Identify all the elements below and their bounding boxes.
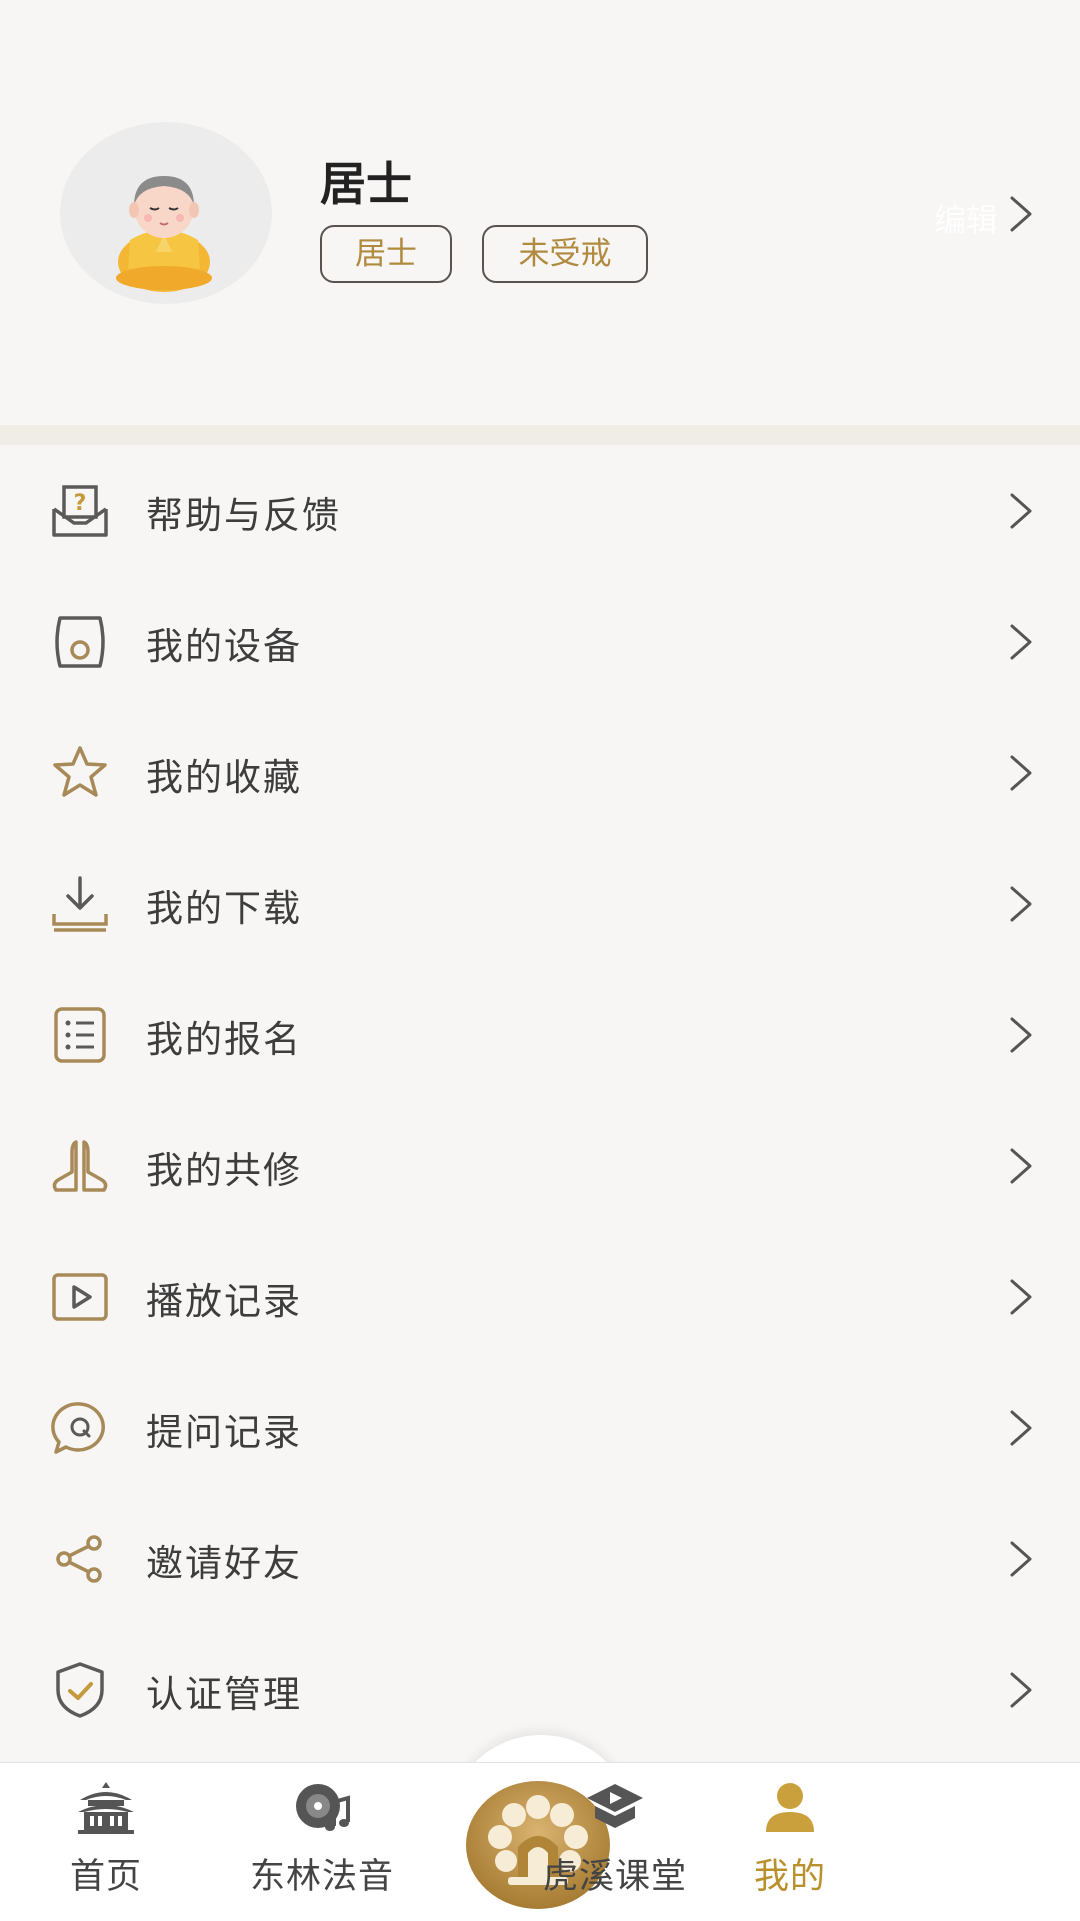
menu-item-my-devices[interactable]: 我的设备 [0, 576, 1080, 707]
avatar[interactable] [60, 122, 272, 304]
menu-item-play-history[interactable]: 播放记录 [0, 1231, 1080, 1362]
temple-icon [76, 1780, 136, 1834]
edit-profile-link[interactable]: 编辑 [934, 195, 998, 241]
chevron-right-icon[interactable] [1000, 194, 1040, 234]
status-badge: 居士 [320, 225, 452, 283]
menu-label: 认证管理 [146, 1673, 302, 1716]
chevron-right-icon [1000, 491, 1040, 535]
menu-label: 帮助与反馈 [146, 494, 341, 537]
menu-item-group-practice[interactable]: 我的共修 [0, 1100, 1080, 1231]
user-name: 居士 [320, 157, 412, 211]
menu-label: 我的收藏 [146, 756, 302, 799]
list-icon [48, 1005, 112, 1065]
menu-label: 我的共修 [146, 1149, 302, 1192]
tab-home[interactable]: 首页 [6, 1780, 206, 1910]
chevron-right-icon [1000, 1539, 1040, 1583]
chevron-right-icon [1000, 884, 1040, 928]
menu-label: 我的报名 [146, 1018, 302, 1061]
menu-item-invite-friends[interactable]: 邀请好友 [0, 1493, 1080, 1624]
tab-label: 我的 [753, 1857, 826, 1897]
download-icon [48, 874, 112, 934]
play-icon [48, 1267, 112, 1327]
svg-text:?: ? [74, 491, 87, 516]
graduation-cap-icon [585, 1780, 645, 1834]
chevron-right-icon [1000, 1146, 1040, 1190]
menu-item-registrations[interactable]: 我的报名 [0, 969, 1080, 1100]
menu-label: 邀请好友 [146, 1542, 302, 1585]
menu-item-help-feedback[interactable]: ? 帮助与反馈 [0, 445, 1080, 576]
tab-mine[interactable]: 我的 [690, 1780, 890, 1910]
menu-item-downloads[interactable]: 我的下载 [0, 838, 1080, 969]
star-icon [48, 743, 112, 803]
chevron-right-icon [1000, 1277, 1040, 1321]
section-divider [0, 425, 1080, 445]
chevron-right-icon [1000, 1015, 1040, 1059]
tab-label: 东林法音 [249, 1857, 394, 1897]
menu-label: 我的设备 [146, 625, 302, 668]
praying-hands-icon [48, 1136, 112, 1196]
menu-label: 我的下载 [146, 887, 302, 930]
precept-badge: 未受戒 [482, 225, 648, 283]
shield-check-icon [48, 1660, 112, 1720]
menu-label: 提问记录 [146, 1411, 302, 1454]
monk-avatar-icon [116, 176, 212, 292]
tab-label: 虎溪课堂 [542, 1857, 687, 1897]
help-mail-icon: ? [48, 481, 112, 541]
menu-label: 播放记录 [146, 1280, 302, 1323]
tab-donglin-dharma[interactable]: 东林法音 [222, 1780, 422, 1910]
share-icon [48, 1529, 112, 1589]
menu-item-favorites[interactable]: 我的收藏 [0, 707, 1080, 838]
menu-item-question-history[interactable]: 提问记录 [0, 1362, 1080, 1493]
profile-header[interactable]: 居士 居士 未受戒 编辑 [0, 0, 1080, 425]
chevron-right-icon [1000, 753, 1040, 797]
question-bubble-icon [48, 1398, 112, 1458]
chevron-right-icon [1000, 1670, 1040, 1714]
chevron-right-icon [1000, 622, 1040, 666]
tab-huxi-classroom[interactable]: 虎溪课堂 [515, 1780, 715, 1910]
tab-label: 首页 [69, 1857, 142, 1897]
device-icon [48, 612, 112, 672]
music-disc-icon [292, 1780, 352, 1834]
chevron-right-icon [1000, 1408, 1040, 1452]
person-icon [760, 1780, 820, 1834]
